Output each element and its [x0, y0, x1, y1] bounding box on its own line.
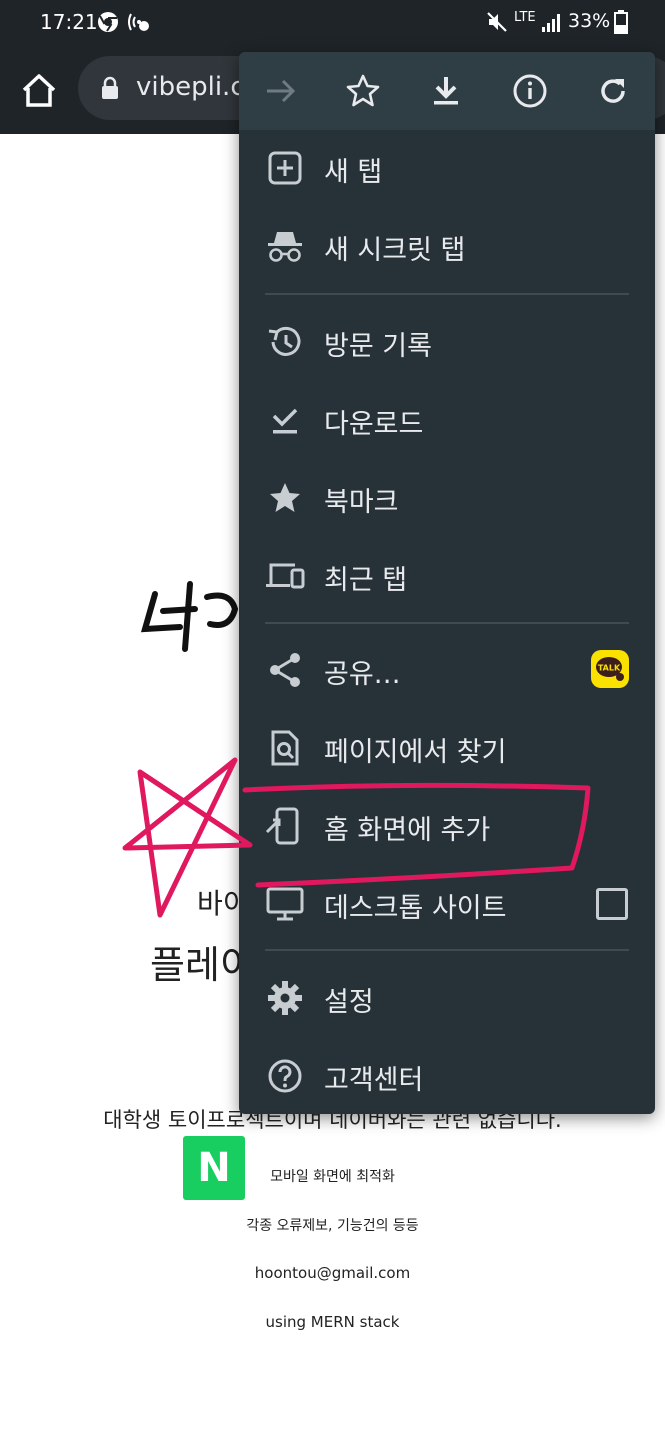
menu-item-history[interactable]: 방문 기록 [239, 304, 655, 380]
network-type: LTE [514, 10, 536, 25]
kakaotalk-label: TALK [598, 664, 621, 673]
battery-level: 33% [568, 10, 611, 32]
menu-divider [265, 293, 629, 295]
new-tab-icon [268, 151, 302, 185]
help-icon [268, 1059, 302, 1093]
share-icon [270, 653, 300, 687]
incognito-icon [268, 232, 302, 262]
page-info-button[interactable] [510, 71, 550, 111]
download-icon [434, 77, 458, 105]
chrome-icon [96, 10, 120, 38]
kakaotalk-icon: TALK [596, 657, 624, 681]
menu-divider [265, 622, 629, 624]
menu-item-share[interactable]: 공유… TALK [239, 632, 655, 708]
menu-divider [265, 949, 629, 951]
star-outline-icon [346, 74, 380, 107]
menu-item-label: 방문 기록 [324, 331, 432, 362]
download-done-icon [272, 408, 298, 434]
status-time: 17:21 [40, 10, 98, 34]
desktop-icon [266, 887, 304, 921]
overflow-menu: 새 탭 새 시크릿 탭 방문 기록 다운로드 북마크 최근 탭 공유… TALK… [239, 52, 655, 1114]
menu-item-new-incognito-tab[interactable]: 새 시크릿 탭 [239, 208, 655, 284]
star-filled-icon [270, 483, 300, 512]
settings-icon [268, 981, 302, 1015]
menu-item-label: 홈 화면에 추가 [324, 815, 491, 846]
menu-item-settings[interactable]: 설정 [239, 960, 655, 1036]
info-icon [513, 74, 547, 108]
footer-line: 각종 오류제보, 기능건의 등등 [246, 1218, 419, 1234]
kakaotalk-share-button[interactable]: TALK [591, 650, 629, 688]
menu-item-find-in-page[interactable]: 페이지에서 찾기 [239, 710, 655, 786]
hotspot-icon [126, 10, 152, 38]
desktop-site-checkbox[interactable] [596, 888, 628, 920]
devices-icon [266, 563, 305, 589]
handwritten-logo [140, 581, 239, 652]
menu-item-desktop-site[interactable]: 데스크톱 사이트 [239, 866, 655, 942]
forward-arrow-icon [267, 79, 296, 103]
menu-item-label: 최근 탭 [324, 565, 408, 596]
footer-email[interactable]: hoontou@gmail.com [0, 1264, 665, 1282]
refresh-icon [601, 79, 625, 103]
reload-button[interactable] [593, 71, 633, 111]
battery-icon [614, 10, 628, 38]
home-button[interactable] [18, 70, 60, 112]
menu-item-label: 고객센터 [324, 1065, 424, 1096]
menu-item-recent-tabs[interactable]: 최근 탭 [239, 538, 655, 614]
home-icon [22, 74, 56, 107]
history-icon [268, 326, 301, 356]
menu-item-label: 새 탭 [324, 157, 383, 188]
menu-item-label: 새 시크릿 탭 [324, 235, 466, 266]
menu-item-help[interactable]: 고객센터 [239, 1038, 655, 1114]
menu-action-row [239, 52, 655, 130]
lock-icon [100, 76, 120, 104]
footer-line: using MERN stack [265, 1313, 400, 1331]
menu-item-bookmarks[interactable]: 북마크 [239, 460, 655, 536]
bookmark-star-button[interactable] [343, 71, 383, 111]
menu-item-label: 페이지에서 찾기 [324, 737, 507, 768]
mute-icon [485, 10, 509, 38]
menu-item-label: 공유… [324, 659, 401, 690]
menu-item-label: 설정 [324, 987, 374, 1018]
footer-line: 모바일 화면에 최적화 [270, 1169, 395, 1185]
find-in-page-icon [271, 730, 299, 766]
forward-button[interactable] [261, 71, 301, 111]
status-bar: 17:21 LTE 33% [0, 0, 665, 44]
menu-item-add-to-home-screen[interactable]: 홈 화면에 추가 [239, 788, 655, 864]
signal-icon [540, 10, 564, 38]
add-to-home-icon [265, 807, 299, 845]
menu-item-new-tab[interactable]: 새 탭 [239, 130, 655, 206]
download-page-button[interactable] [426, 71, 466, 111]
menu-item-label: 다운로드 [324, 409, 424, 440]
menu-item-downloads[interactable]: 다운로드 [239, 382, 655, 458]
menu-item-label: 데스크톱 사이트 [324, 893, 507, 924]
menu-item-label: 북마크 [324, 487, 399, 518]
